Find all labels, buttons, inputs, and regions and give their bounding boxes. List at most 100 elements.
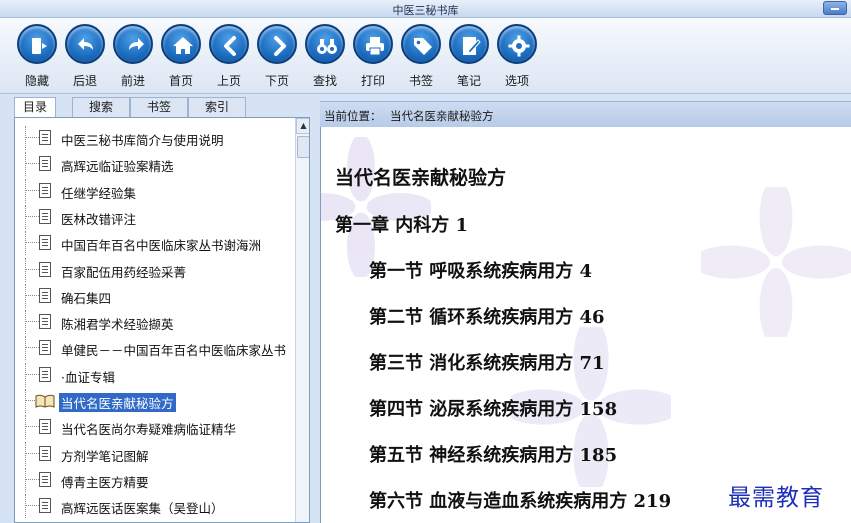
tree-item[interactable]: 医林改错评注 xyxy=(15,204,297,229)
note-label: 笔记 xyxy=(456,74,481,88)
home-icon xyxy=(173,37,193,54)
tree-connector xyxy=(25,163,39,165)
tree-connector xyxy=(25,373,39,375)
tree-item-label: 中国百年百名中医临床家丛书谢海洲 xyxy=(61,238,262,254)
tree-line xyxy=(25,310,26,335)
tree-item[interactable]: 方剂学笔记图解 xyxy=(15,441,297,466)
options-button[interactable]: 选项 xyxy=(495,24,539,90)
tree-item[interactable]: 傅青主医方精要 xyxy=(15,467,297,492)
tree-line xyxy=(25,178,26,203)
find-button[interactable]: 查找 xyxy=(303,24,347,90)
tree-connector xyxy=(25,426,39,428)
tree-item-label: 单健民－－中国百年百名中医临床家丛书 xyxy=(61,343,287,359)
next-page-button[interactable]: 下页 xyxy=(255,24,299,90)
next-page-label: 下页 xyxy=(264,74,289,88)
tree-connector xyxy=(25,321,39,323)
document-icon xyxy=(39,182,51,198)
options-label: 选项 xyxy=(504,74,529,88)
document-icon xyxy=(39,419,51,435)
back-button[interactable]: 后退 xyxy=(63,24,107,90)
bookmark-button[interactable]: 书签 xyxy=(399,24,443,90)
find-label: 查找 xyxy=(312,74,337,88)
hide-button[interactable]: 隐藏 xyxy=(15,24,59,90)
tree-connector xyxy=(25,294,39,296)
tree-item-label: ·血证专辑 xyxy=(61,369,115,385)
tree-scrollbar[interactable]: ▲ xyxy=(295,118,309,522)
prev-page-button[interactable]: 上页 xyxy=(207,24,251,90)
section-link[interactable]: 第一节 呼吸系统疾病用方 4 xyxy=(369,257,592,283)
print-label: 打印 xyxy=(360,74,385,88)
tab-bookmarks[interactable]: 书签 xyxy=(130,97,188,117)
tree-item-label: 傅青主医方精要 xyxy=(61,474,149,490)
document-heading: 当代名医亲献秘验方 xyxy=(335,167,507,189)
section-link[interactable]: 第四节 泌尿系统疾病用方 158 xyxy=(369,395,617,421)
hide-icon xyxy=(32,38,47,54)
tree-line xyxy=(25,152,26,177)
toolbar: 隐藏 后退 前进 首页 上页 下页 查找 打印 书签 笔记 选项 xyxy=(0,18,851,94)
section-link[interactable]: 第二节 循环系统疾病用方 46 xyxy=(369,303,605,329)
scrollbar-thumb[interactable] xyxy=(297,136,309,158)
tree-item[interactable]: ·血证专辑 xyxy=(15,362,297,387)
tree-item-label: 任继学经验集 xyxy=(61,185,137,201)
tree-item-label: 高辉远临证验案精选 xyxy=(61,159,174,175)
home-label: 首页 xyxy=(168,74,193,88)
scroll-up-arrow-icon[interactable]: ▲ xyxy=(296,118,309,134)
tree-item[interactable]: 单健民－－中国百年百名中医临床家丛书 xyxy=(15,336,297,361)
print-button[interactable]: 打印 xyxy=(351,24,395,90)
back-icon xyxy=(78,38,93,50)
tree-item[interactable]: 确石集四 xyxy=(15,283,297,308)
tree-connector xyxy=(25,478,39,480)
tree-line xyxy=(25,126,26,150)
home-button[interactable]: 首页 xyxy=(159,24,203,90)
window-title: 中医三秘书库 xyxy=(392,4,459,17)
document-icon xyxy=(39,261,51,277)
document-icon xyxy=(39,235,51,251)
gear-icon xyxy=(508,35,530,57)
tree-item-label: 百家配伍用药经验采菁 xyxy=(61,264,187,280)
tree-item[interactable]: 中国百年百名中医临床家丛书谢海洲 xyxy=(15,231,297,256)
tab-index[interactable]: 索引 xyxy=(188,97,246,117)
chapter-heading: 第一章 内科方 1 xyxy=(335,215,469,236)
back-label: 后退 xyxy=(72,74,97,88)
tree-item[interactable]: 高辉远临证验案精选 xyxy=(15,152,297,177)
section-link[interactable]: 第三节 消化系统疾病用方 71 xyxy=(369,349,605,375)
tree-connector xyxy=(25,268,39,270)
tree-connector xyxy=(25,505,39,507)
tree-line xyxy=(25,494,26,519)
prev-page-icon xyxy=(224,36,236,56)
tree-item[interactable]: 陈湘君学术经验撷英 xyxy=(15,310,297,335)
tree-connector xyxy=(25,452,39,454)
tree-item-label: 当代名医尚尔寿疑难病临证精华 xyxy=(61,422,237,438)
section-link[interactable]: 第五节 神经系统疾病用方 185 xyxy=(369,441,617,467)
watermark-text: 最需教育 xyxy=(728,485,824,511)
prev-page-label: 上页 xyxy=(216,74,241,88)
pane-splitter[interactable] xyxy=(310,97,320,523)
tree-item-label: 医林改错评注 xyxy=(61,211,137,227)
tree-item-label: 高辉远医话医案集（吴登山） xyxy=(61,501,224,517)
note-button[interactable]: 笔记 xyxy=(447,24,491,90)
tree-item-label: 确石集四 xyxy=(61,290,112,306)
tree-line xyxy=(25,336,26,361)
tree-item-label: 陈湘君学术经验撷英 xyxy=(61,317,174,333)
forward-label: 前进 xyxy=(120,74,145,88)
binoculars-icon xyxy=(317,39,337,54)
tree-item[interactable]: 中医三秘书库简介与使用说明 xyxy=(15,126,297,150)
section-link[interactable]: 第六节 血液与造血系统疾病用方 219 xyxy=(369,487,671,513)
tab-search[interactable]: 搜索 xyxy=(72,97,130,117)
tab-contents[interactable]: 目录 xyxy=(14,97,56,118)
tree-line xyxy=(25,467,26,492)
location-value: 当代名医亲献秘验方 xyxy=(390,109,494,123)
minimize-button[interactable] xyxy=(823,1,847,15)
document-icon xyxy=(39,287,51,303)
tree-item[interactable]: 百家配伍用药经验采菁 xyxy=(15,257,297,282)
tree-item[interactable]: 任继学经验集 xyxy=(15,178,297,203)
tree-line xyxy=(25,415,26,440)
forward-button[interactable]: 前进 xyxy=(111,24,155,90)
tree-item[interactable]: 当代名医尚尔寿疑难病临证精华 xyxy=(15,415,297,440)
document-content: 当代名医亲献秘验方 第一章 内科方 1 第一节 呼吸系统疾病用方 4 第二节 循… xyxy=(320,127,851,523)
tree-item[interactable]: 当代名医亲献秘验方 xyxy=(15,389,297,413)
tree-item[interactable]: 高辉远医话医案集（吴登山） xyxy=(15,494,297,519)
open-book-icon xyxy=(35,394,55,408)
note-pencil-icon xyxy=(463,37,481,55)
flower-decoration-icon xyxy=(701,187,851,337)
